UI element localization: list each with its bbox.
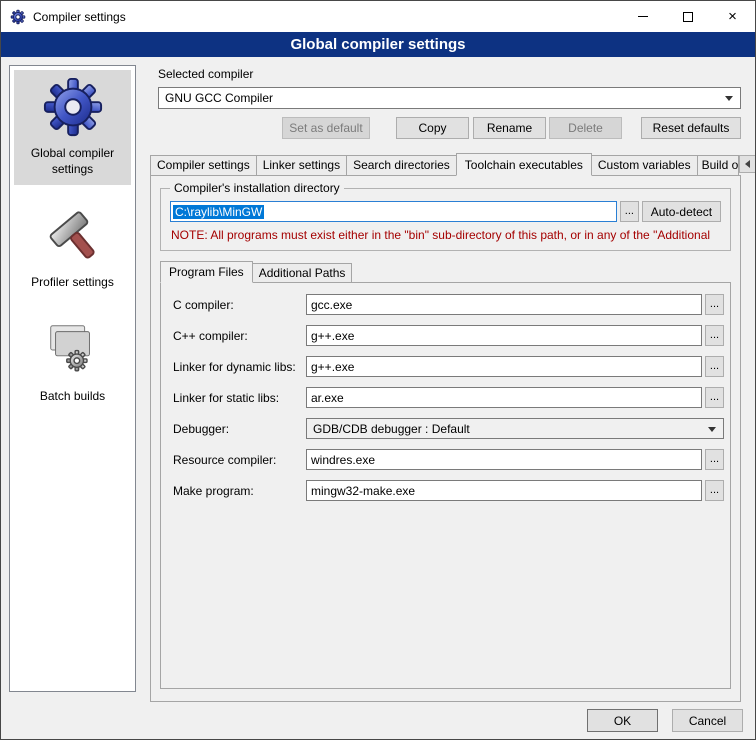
- browse-directory-button[interactable]: ...: [620, 201, 639, 222]
- titlebar: Compiler settings ×: [1, 1, 755, 32]
- debugger-select[interactable]: GDB/CDB debugger : Default: [306, 418, 724, 439]
- toolchain-executables-panel: Compiler's installation directory C:\ray…: [150, 175, 741, 702]
- close-icon: ×: [728, 9, 737, 24]
- copy-button[interactable]: Copy: [396, 117, 469, 139]
- static-linker-row: Linker for static libs: ...: [173, 387, 730, 408]
- settings-tabs: Compiler settings Linker settings Search…: [150, 152, 749, 175]
- page-title: Global compiler settings: [1, 32, 755, 57]
- app-icon: [10, 9, 26, 25]
- sidebar-item-profiler-settings[interactable]: Profiler settings: [14, 199, 131, 299]
- make-program-input[interactable]: [306, 480, 702, 501]
- ok-button[interactable]: OK: [587, 709, 658, 732]
- settings-sidebar: Global compiler settings Profiler settin…: [9, 65, 136, 692]
- debugger-row: Debugger: GDB/CDB debugger : Default: [173, 418, 730, 439]
- rename-button[interactable]: Rename: [473, 117, 546, 139]
- arrow-left-icon: [745, 160, 750, 168]
- make-program-label: Make program:: [173, 484, 306, 498]
- cpp-compiler-input[interactable]: [306, 325, 702, 346]
- tab-linker-settings[interactable]: Linker settings: [256, 155, 347, 175]
- static-linker-input[interactable]: [306, 387, 702, 408]
- reset-defaults-button[interactable]: Reset defaults: [641, 117, 741, 139]
- chevron-down-icon: [725, 96, 733, 101]
- program-files-panel: C compiler: ... C++ compiler: ... Linker…: [160, 282, 731, 689]
- window-title: Compiler settings: [33, 10, 126, 24]
- selected-compiler-dropdown[interactable]: GNU GCC Compiler: [158, 87, 741, 109]
- profiler-tool-icon: [42, 205, 104, 267]
- tab-scroll-left-button[interactable]: [739, 155, 756, 173]
- bin-subdirectory-note: NOTE: All programs must exist either in …: [171, 228, 721, 242]
- browse-static-linker-button[interactable]: ...: [705, 387, 724, 408]
- installation-directory-label: Compiler's installation directory: [170, 181, 344, 195]
- selected-compiler-value: GNU GCC Compiler: [165, 91, 273, 105]
- chevron-down-icon: [708, 427, 716, 432]
- tab-additional-paths[interactable]: Additional Paths: [252, 263, 353, 282]
- sidebar-item-batch-builds[interactable]: Batch builds: [14, 313, 131, 413]
- installation-directory-row: C:\raylib\MinGW ... Auto-detect: [170, 201, 721, 222]
- c-compiler-input[interactable]: [306, 294, 702, 315]
- set-as-default-button[interactable]: Set as default: [282, 117, 370, 139]
- sidebar-item-label: Batch builds: [40, 389, 105, 405]
- dynamic-linker-row: Linker for dynamic libs: ...: [173, 356, 730, 377]
- main-panel: Selected compiler GNU GCC Compiler Set a…: [150, 63, 749, 702]
- installation-directory-value: C:\raylib\MinGW: [173, 205, 264, 219]
- browse-resource-compiler-button[interactable]: ...: [705, 449, 724, 470]
- browse-dynamic-linker-button[interactable]: ...: [705, 356, 724, 377]
- resource-compiler-row: Resource compiler: ...: [173, 449, 730, 470]
- tab-program-files[interactable]: Program Files: [160, 261, 253, 283]
- cpp-compiler-row: C++ compiler: ...: [173, 325, 730, 346]
- maximize-icon: [683, 12, 693, 22]
- dynamic-linker-input[interactable]: [306, 356, 702, 377]
- compiler-settings-window: Compiler settings × Global compiler sett…: [0, 0, 756, 740]
- browse-cpp-compiler-button[interactable]: ...: [705, 325, 724, 346]
- static-linker-label: Linker for static libs:: [173, 391, 306, 405]
- cancel-button[interactable]: Cancel: [672, 709, 743, 732]
- tab-compiler-settings[interactable]: Compiler settings: [150, 155, 257, 175]
- debugger-label: Debugger:: [173, 422, 306, 436]
- resource-compiler-label: Resource compiler:: [173, 453, 306, 467]
- tab-search-directories[interactable]: Search directories: [346, 155, 457, 175]
- browse-make-program-button[interactable]: ...: [705, 480, 724, 501]
- resource-compiler-input[interactable]: [306, 449, 702, 470]
- window-controls: ×: [620, 1, 755, 32]
- installation-directory-group: Compiler's installation directory C:\ray…: [160, 188, 731, 251]
- minimize-button[interactable]: [620, 1, 665, 32]
- debugger-value: GDB/CDB debugger : Default: [313, 422, 470, 436]
- c-compiler-label: C compiler:: [173, 298, 306, 312]
- tab-custom-variables[interactable]: Custom variables: [591, 155, 698, 175]
- sidebar-item-label: Global compiler settings: [16, 146, 129, 177]
- tab-toolchain-executables[interactable]: Toolchain executables: [456, 153, 592, 176]
- browse-c-compiler-button[interactable]: ...: [705, 294, 724, 315]
- installation-directory-input[interactable]: C:\raylib\MinGW: [170, 201, 617, 222]
- auto-detect-button[interactable]: Auto-detect: [642, 201, 721, 222]
- close-button[interactable]: ×: [710, 1, 755, 32]
- sidebar-item-label: Profiler settings: [31, 275, 114, 291]
- gray-gears-icon: [42, 319, 104, 381]
- sidebar-item-global-compiler-settings[interactable]: Global compiler settings: [14, 70, 131, 185]
- tab-build-options[interactable]: Build options: [697, 155, 739, 175]
- tab-scroll-buttons: [739, 155, 756, 175]
- make-program-row: Make program: ...: [173, 480, 730, 501]
- program-tabs: Program Files Additional Paths: [160, 260, 735, 282]
- maximize-button[interactable]: [665, 1, 710, 32]
- selected-compiler-label: Selected compiler: [158, 67, 749, 82]
- cpp-compiler-label: C++ compiler:: [173, 329, 306, 343]
- minimize-icon: [638, 16, 648, 17]
- dynamic-linker-label: Linker for dynamic libs:: [173, 360, 306, 374]
- blue-gear-icon: [42, 76, 104, 138]
- delete-button[interactable]: Delete: [549, 117, 622, 139]
- compiler-actions-row: Set as default Copy Rename Delete Reset …: [150, 117, 741, 139]
- c-compiler-row: C compiler: ...: [173, 294, 730, 315]
